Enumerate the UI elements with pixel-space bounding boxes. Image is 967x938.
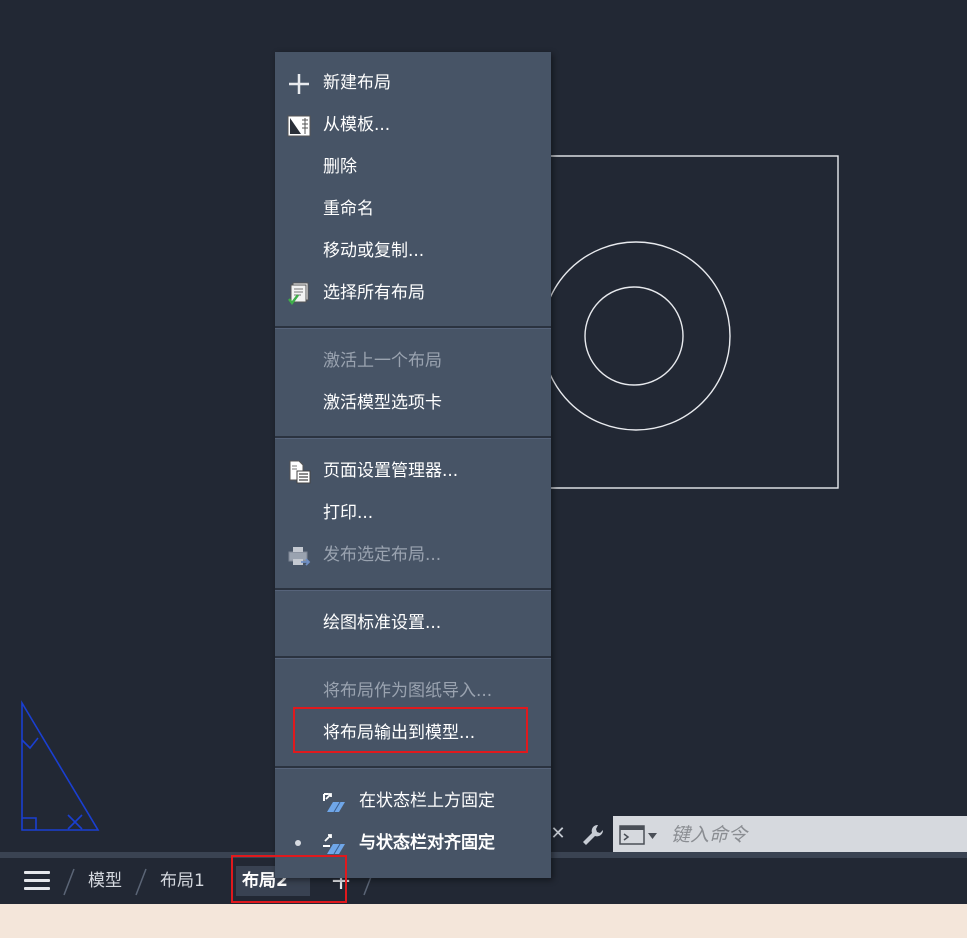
taskbar-strip: [0, 904, 967, 938]
ucs-triangle-icon: [21, 700, 100, 831]
pin-above-statusbar-icon: [323, 793, 345, 813]
inner-circle: [584, 286, 684, 386]
menu-item-pin-aligned-statusbar[interactable]: 与状态栏对齐固定: [275, 823, 551, 863]
menu-item-label: 移动或复制...: [323, 241, 425, 261]
plus-icon: [289, 74, 309, 94]
wrench-icon[interactable]: [580, 822, 606, 848]
menu-item-delete[interactable]: 删除: [275, 147, 551, 187]
tab-model[interactable]: 模型: [82, 866, 128, 896]
command-input-wrapper: [613, 816, 967, 853]
tab-divider: [135, 868, 147, 896]
menu-item-new-layout[interactable]: 新建布局: [275, 63, 551, 103]
menu-item-activate-model-tab[interactable]: 激活模型选项卡: [275, 383, 551, 423]
menu-item-print[interactable]: 打印...: [275, 493, 551, 533]
layout-viewport-rectangle: [539, 155, 839, 489]
menu-item-export-layout-to-model[interactable]: 将布局输出到模型...: [275, 713, 551, 753]
menu-item-pin-above-statusbar[interactable]: 在状态栏上方固定: [275, 781, 551, 821]
menu-item-page-setup-manager[interactable]: 页面设置管理器...: [275, 451, 551, 491]
menu-item-label: 从模板...: [323, 115, 391, 135]
hamburger-menu-icon[interactable]: [24, 871, 50, 893]
close-icon[interactable]: ✕: [549, 824, 567, 844]
menu-item-label: 发布选定布局...: [323, 545, 442, 565]
outer-circle: [541, 241, 731, 431]
menu-separator: [275, 766, 551, 769]
layout-context-menu: 新建布局 从模板... 删除 重命名 移动或复制... 选择所有布局 激活上一个…: [275, 52, 551, 878]
menu-item-move-or-copy[interactable]: 移动或复制...: [275, 231, 551, 271]
menu-item-label: 在状态栏上方固定: [359, 791, 495, 811]
tab-divider: [63, 868, 75, 896]
menu-item-label: 绘图标准设置...: [323, 613, 442, 633]
page-setup-icon: [289, 460, 311, 484]
menu-separator: [275, 588, 551, 591]
publish-icon: [288, 547, 311, 566]
template-icon: [287, 115, 311, 137]
menu-item-select-all-layouts[interactable]: 选择所有布局: [275, 273, 551, 313]
pin-aligned-statusbar-icon: [323, 834, 345, 855]
menu-item-activate-previous-layout[interactable]: 激活上一个布局: [275, 341, 551, 381]
checked-bullet-icon: [295, 840, 301, 846]
command-input[interactable]: [669, 820, 963, 850]
menu-item-label: 选择所有布局: [323, 283, 425, 303]
select-all-layouts-icon: [288, 282, 309, 305]
tab-layout1[interactable]: 布局1: [154, 866, 211, 896]
menu-item-drafting-standards[interactable]: 绘图标准设置...: [275, 603, 551, 643]
menu-separator: [275, 656, 551, 659]
menu-item-import-layout-as-sheet[interactable]: 将布局作为图纸导入...: [275, 671, 551, 711]
menu-item-label: 打印...: [323, 503, 374, 523]
menu-item-from-template[interactable]: 从模板...: [275, 105, 551, 145]
menu-separator: [275, 326, 551, 329]
menu-item-label: 将布局作为图纸导入...: [323, 681, 493, 701]
menu-item-label: 新建布局: [323, 73, 391, 93]
command-prompt-dropdown-icon[interactable]: [619, 824, 659, 846]
menu-item-label: 删除: [323, 157, 357, 177]
menu-item-publish-selected-layouts[interactable]: 发布选定布局...: [275, 535, 551, 575]
menu-item-label: 激活模型选项卡: [323, 393, 442, 413]
command-line-bar: ✕: [540, 816, 967, 853]
menu-item-label: 与状态栏对齐固定: [359, 833, 495, 853]
menu-item-label: 重命名: [323, 199, 374, 219]
menu-item-rename[interactable]: 重命名: [275, 189, 551, 229]
menu-item-label: 激活上一个布局: [323, 351, 442, 371]
menu-item-label: 将布局输出到模型...: [323, 723, 476, 743]
menu-item-label: 页面设置管理器...: [323, 461, 459, 481]
menu-separator: [275, 436, 551, 439]
